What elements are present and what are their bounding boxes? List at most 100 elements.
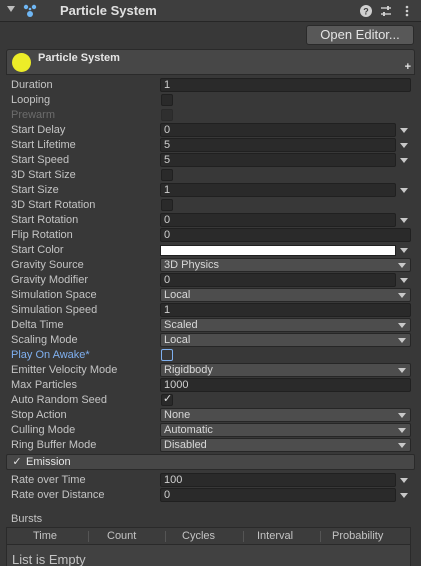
main-module-title: Particle System [38,52,120,64]
delta-time-dropdown[interactable]: Scaled [160,318,411,332]
culling-mode-value: Automatic [164,424,213,436]
row-duration: Duration 1 [0,78,421,93]
chevron-down-icon[interactable] [400,143,408,148]
chevron-down-icon [398,323,406,328]
rate-over-distance-field[interactable]: 0 [160,488,396,502]
chevron-down-icon [398,428,406,433]
3d-start-size-checkbox[interactable] [161,169,173,181]
emitter-velocity-mode-value: Rigidbody [164,364,213,376]
chevron-down-icon[interactable] [400,128,408,133]
column-divider [320,531,321,542]
ring-buffer-mode-dropdown[interactable]: Disabled [160,438,411,452]
emission-enabled-checkbox[interactable]: ✓ [11,456,23,468]
simulation-space-dropdown[interactable]: Local [160,288,411,302]
row-stop-action: Stop Action None [0,408,421,423]
flip-rotation-field[interactable]: 0 [160,228,411,242]
column-interval: Interval [257,530,294,542]
column-time: Time [33,530,58,542]
label-duration: Duration [11,79,53,91]
bursts-header: Time Count Cycles Interval Probability [7,528,410,545]
column-divider [165,531,166,542]
start-color-swatch[interactable] [160,245,396,256]
label-start-delay: Start Delay [11,124,66,136]
scaling-mode-dropdown[interactable]: Local [160,333,411,347]
play-on-awake-checkbox[interactable] [161,349,173,361]
looping-checkbox[interactable] [161,94,173,106]
label-simulation-space: Simulation Space [11,289,97,301]
simulation-speed-field[interactable]: 1 [160,303,411,317]
gravity-source-value: 3D Physics [164,259,220,271]
start-rotation-field[interactable]: 0 [160,213,396,227]
row-start-rotation: Start Rotation 0 [0,213,421,228]
label-prewarm: Prewarm [11,109,56,121]
gravity-modifier-field[interactable]: 0 [160,273,396,287]
label-ring-buffer-mode: Ring Buffer Mode [11,439,97,451]
label-stop-action: Stop Action [11,409,67,421]
chevron-down-icon [398,368,406,373]
chevron-down-icon [398,338,406,343]
chevron-down-icon[interactable] [400,188,408,193]
row-start-lifetime: Start Lifetime 5 [0,138,421,153]
3d-start-rotation-checkbox[interactable] [161,199,173,211]
rate-over-time-field[interactable]: 100 [160,473,396,487]
bursts-label: Bursts [11,513,43,525]
row-ring-buffer-mode: Ring Buffer Mode Disabled [0,438,421,453]
duration-field[interactable]: 1 [160,78,411,92]
row-gravity-modifier: Gravity Modifier 0 [0,273,421,288]
svg-text:?: ? [363,7,369,17]
emission-title: Emission [26,456,71,468]
emitter-velocity-mode-dropdown[interactable]: Rigidbody [160,363,411,377]
stop-action-dropdown[interactable]: None [160,408,411,422]
start-size-field[interactable]: 1 [160,183,396,197]
label-scaling-mode: Scaling Mode [11,334,78,346]
chevron-down-icon[interactable] [400,478,408,483]
chevron-down-icon [398,293,406,298]
label-emitter-velocity-mode: Emitter Velocity Mode [11,364,118,376]
module-preview-icon [12,53,31,72]
chevron-down-icon[interactable] [400,158,408,163]
chevron-down-icon[interactable] [400,493,408,498]
chevron-down-icon [398,263,406,268]
chevron-down-icon[interactable] [400,218,408,223]
row-rate-over-time: Rate over Time 100 [0,473,421,488]
start-lifetime-field[interactable]: 5 [160,138,396,152]
max-particles-field[interactable]: 1000 [160,378,411,392]
delta-time-value: Scaled [164,319,198,331]
foldout-arrow-icon[interactable] [7,6,15,12]
label-start-lifetime: Start Lifetime [11,139,76,151]
culling-mode-dropdown[interactable]: Automatic [160,423,411,437]
start-speed-field[interactable]: 5 [160,153,396,167]
chevron-down-icon[interactable] [400,278,408,283]
row-start-color: Start Color [0,243,421,258]
row-start-delay: Start Delay 0 [0,123,421,138]
gravity-source-dropdown[interactable]: 3D Physics [160,258,411,272]
main-module-header[interactable]: Particle System + [6,49,415,75]
label-flip-rotation: Flip Rotation [11,229,73,241]
auto-random-seed-checkbox[interactable]: ✓ [161,393,173,406]
row-3d-start-rotation: 3D Start Rotation [0,198,421,213]
component-title: Particle System [60,3,157,18]
emission-module-header[interactable]: ✓ Emission [6,454,415,470]
row-start-speed: Start Speed 5 [0,153,421,168]
row-flip-rotation: Flip Rotation 0 [0,228,421,243]
ring-buffer-mode-value: Disabled [164,439,207,451]
label-3d-start-rotation: 3D Start Rotation [11,199,96,211]
preset-sliders-icon[interactable] [379,4,393,18]
add-icon[interactable]: + [405,61,411,73]
label-simulation-speed: Simulation Speed [11,304,98,316]
open-editor-button[interactable]: Open Editor... [306,25,414,45]
chevron-down-icon [398,413,406,418]
label-start-color: Start Color [11,244,64,256]
chevron-down-icon[interactable] [400,248,408,253]
more-options-icon[interactable] [400,4,414,18]
row-3d-start-size: 3D Start Size [0,168,421,183]
component-header[interactable]: Particle System ? [0,0,421,22]
label-3d-start-size: 3D Start Size [11,169,76,181]
row-simulation-speed: Simulation Speed 1 [0,303,421,318]
help-icon[interactable]: ? [359,4,373,18]
bursts-list: Time Count Cycles Interval Probability L… [6,527,411,566]
start-delay-field[interactable]: 0 [160,123,396,137]
row-culling-mode: Culling Mode Automatic [0,423,421,438]
column-probability: Probability [332,530,384,542]
column-divider [243,531,244,542]
